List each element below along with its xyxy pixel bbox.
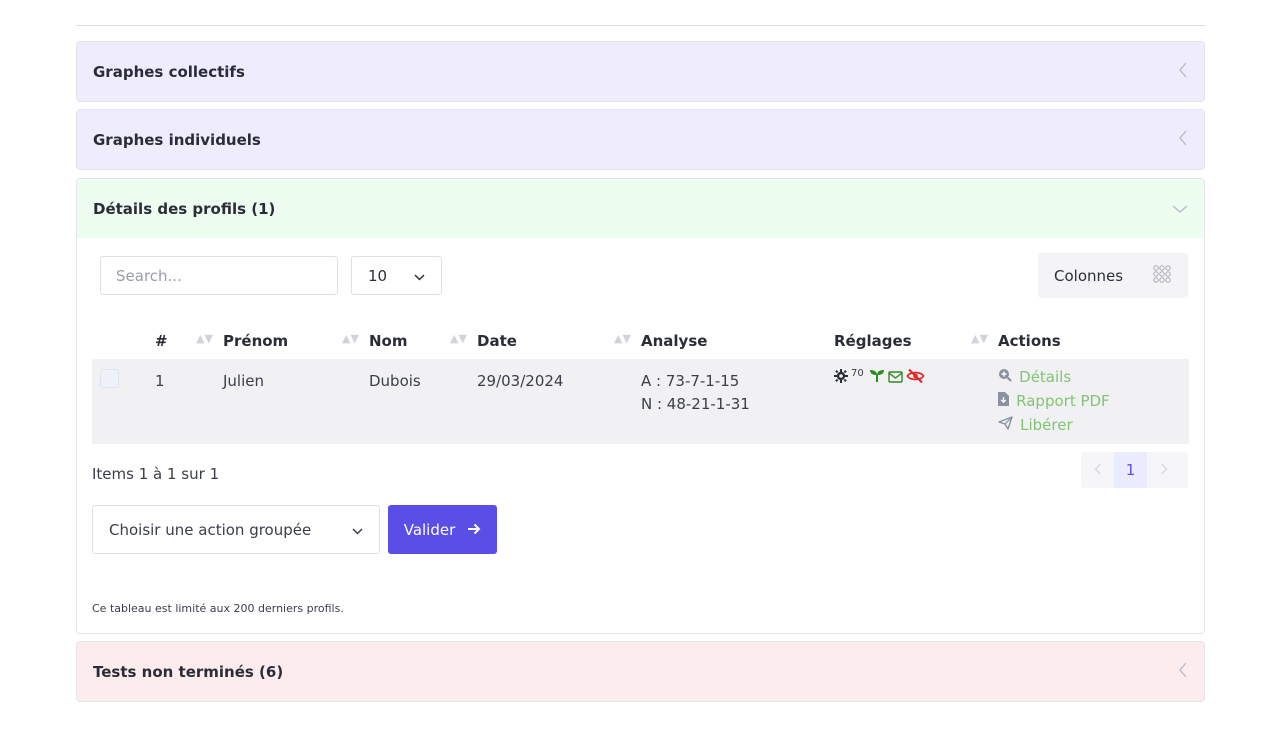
grid-dots-icon bbox=[1152, 264, 1172, 288]
cell-actions: Détails Rapport PDF Libérer bbox=[998, 366, 1110, 438]
row-checkbox[interactable] bbox=[100, 369, 119, 388]
chevron-down-icon bbox=[414, 267, 425, 285]
rapport-label: Rapport PDF bbox=[1016, 392, 1110, 410]
panel-graphes-individuels: Graphes individuels bbox=[76, 109, 1205, 170]
liberer-link[interactable]: Libérer bbox=[998, 414, 1110, 438]
panel-title: Graphes collectifs bbox=[93, 62, 245, 81]
file-download-icon bbox=[998, 392, 1013, 410]
details-label: Détails bbox=[1019, 368, 1072, 386]
column-header-date[interactable]: Date bbox=[477, 332, 517, 350]
column-header-nom[interactable]: Nom bbox=[369, 332, 408, 350]
gear-icon[interactable] bbox=[834, 369, 848, 387]
panel-header-graphes-individuels[interactable]: Graphes individuels bbox=[77, 110, 1204, 169]
chevron-down-icon bbox=[1172, 200, 1188, 218]
table-toolbar: 10 Colonnes bbox=[77, 238, 1204, 300]
column-header-prenom[interactable]: Prénom bbox=[223, 332, 288, 350]
sort-icon: ▲▼ bbox=[196, 332, 213, 345]
panel-graphes-collectifs: Graphes collectifs bbox=[76, 41, 1205, 102]
search-plus-icon bbox=[998, 369, 1016, 386]
chevron-left-icon bbox=[1178, 62, 1188, 82]
pager-page-current[interactable]: 1 bbox=[1114, 452, 1147, 488]
chevron-left-icon bbox=[1178, 662, 1188, 682]
cell-nom: Dubois bbox=[369, 372, 421, 390]
panel-title: Tests non terminés (6) bbox=[93, 662, 284, 681]
cell-prenom: Julien bbox=[223, 372, 265, 390]
details-link[interactable]: Détails bbox=[998, 366, 1110, 390]
sort-icon: ▲▼ bbox=[342, 332, 359, 345]
sort-icon: ▲▼ bbox=[614, 332, 631, 345]
panel-header-tests-non-termines[interactable]: Tests non terminés (6) bbox=[77, 642, 1204, 701]
analyse-a: A : 73-7-1-15 bbox=[641, 372, 740, 390]
column-header-analyse[interactable]: Analyse bbox=[641, 332, 707, 350]
chevron-down-icon bbox=[352, 521, 363, 539]
columns-button[interactable]: Colonnes bbox=[1038, 253, 1188, 298]
page-length-value: 10 bbox=[368, 266, 388, 285]
seedling-icon[interactable] bbox=[869, 369, 885, 387]
eye-slash-icon[interactable] bbox=[906, 368, 925, 388]
reglage-value: 70 bbox=[851, 367, 864, 379]
rapport-pdf-link[interactable]: Rapport PDF bbox=[998, 390, 1110, 414]
cell-num: 1 bbox=[155, 372, 165, 390]
paper-plane-icon bbox=[998, 416, 1017, 434]
liberer-label: Libérer bbox=[1020, 416, 1073, 434]
cell-reglages: 70 bbox=[834, 368, 925, 388]
profiles-table: # ▲▼ Prénom ▲▼ Nom ▲▼ Date ▲▼ Analyse Ré… bbox=[92, 320, 1189, 444]
table-row: 1 Julien Dubois 29/03/2024 A : 73-7-1-15… bbox=[92, 359, 1189, 444]
chevron-left-icon bbox=[1178, 130, 1188, 150]
pager-next[interactable] bbox=[1147, 461, 1180, 479]
pager-prev[interactable] bbox=[1081, 461, 1114, 479]
column-header-actions: Actions bbox=[998, 332, 1061, 350]
panel-title: Détails des profils (1) bbox=[93, 199, 276, 218]
page-length-select[interactable]: 10 bbox=[351, 256, 442, 295]
cell-date: 29/03/2024 bbox=[477, 372, 564, 390]
valider-button[interactable]: Valider bbox=[388, 505, 497, 554]
cell-analyse: A : 73-7-1-15 N : 48-21-1-31 bbox=[641, 370, 750, 416]
pagination: 1 bbox=[1081, 452, 1188, 488]
table-header: # ▲▼ Prénom ▲▼ Nom ▲▼ Date ▲▼ Analyse Ré… bbox=[92, 320, 1189, 359]
valider-label: Valider bbox=[403, 520, 456, 539]
top-divider bbox=[76, 25, 1205, 26]
column-header-reglages[interactable]: Réglages bbox=[834, 332, 912, 350]
column-header-num[interactable]: # bbox=[155, 332, 168, 350]
analyse-n: N : 48-21-1-31 bbox=[641, 395, 750, 413]
table-limit-note: Ce tableau est limité aux 200 derniers p… bbox=[92, 602, 344, 615]
bulk-action-select[interactable]: Choisir une action groupée bbox=[92, 505, 380, 554]
panel-tests-non-termines: Tests non terminés (6) bbox=[76, 641, 1205, 702]
panel-header-graphes-collectifs[interactable]: Graphes collectifs bbox=[77, 42, 1204, 101]
bulk-action-placeholder: Choisir une action groupée bbox=[109, 520, 312, 539]
arrow-right-icon bbox=[467, 521, 481, 539]
envelope-icon[interactable] bbox=[888, 369, 903, 387]
search-input[interactable] bbox=[100, 256, 338, 295]
panel-details-profils: Détails des profils (1) 10 Colonnes bbox=[76, 178, 1205, 634]
panel-header-details-profils[interactable]: Détails des profils (1) bbox=[77, 179, 1204, 238]
columns-label: Colonnes bbox=[1054, 266, 1124, 285]
panel-title: Graphes individuels bbox=[93, 130, 261, 149]
items-info: Items 1 à 1 sur 1 bbox=[92, 465, 220, 483]
sort-icon: ▲▼ bbox=[450, 332, 467, 345]
sort-icon: ▲▼ bbox=[971, 332, 988, 345]
